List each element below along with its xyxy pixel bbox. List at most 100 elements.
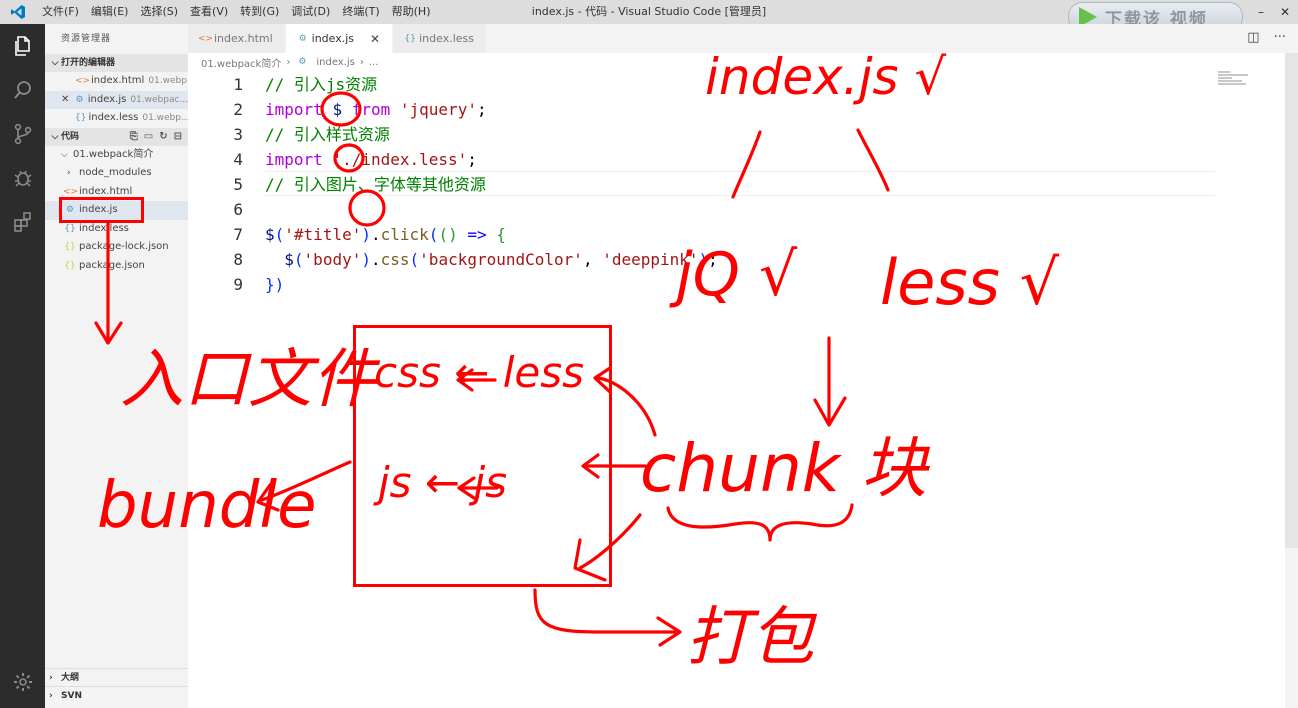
- menu-debug[interactable]: 调试(D): [285, 0, 336, 24]
- annotation-pack: 打包: [686, 601, 814, 675]
- close-editor-icon[interactable]: ✕: [61, 91, 73, 110]
- json-file-icon: {}: [64, 242, 76, 252]
- open-editor-item[interactable]: {} index.less 01.webp...: [45, 109, 188, 128]
- explorer-icon[interactable]: [0, 24, 45, 68]
- split-editor-icon[interactable]: ◫: [1247, 30, 1259, 45]
- chevron-down-icon: ⌵: [51, 58, 59, 68]
- open-editor-item[interactable]: <> index.html 01.webp...: [45, 72, 188, 91]
- less-file-icon: {}: [404, 33, 416, 44]
- menu-file[interactable]: 文件(F): [36, 0, 85, 24]
- folder-item[interactable]: ⌵ 01.webpack简介: [45, 146, 188, 165]
- breadcrumb-folder[interactable]: 01.webpack简介: [201, 55, 281, 70]
- annotation-js-js: js ← js: [378, 458, 507, 507]
- file-name: package.json: [79, 259, 145, 271]
- file-tree-item[interactable]: › node_modules: [45, 164, 188, 183]
- menu-edit[interactable]: 编辑(E): [85, 0, 135, 24]
- tab-index-html[interactable]: <> index.html: [188, 24, 286, 53]
- code-line: // 引入图片、字体等其他资源: [265, 175, 486, 194]
- file-name: package-lock.json: [79, 241, 169, 252]
- annotation-bundle: bundle: [97, 469, 317, 543]
- chevron-right-icon: ›: [49, 672, 53, 683]
- collapse-all-icon[interactable]: ⊟: [174, 128, 182, 146]
- vscode-logo-icon: [0, 0, 36, 24]
- line-number: 5: [233, 175, 243, 194]
- html-file-icon: <>: [75, 76, 91, 86]
- annotation-css-less: css ← less: [374, 348, 585, 397]
- chevron-down-icon: ⌵: [61, 149, 68, 160]
- annotation-jq: jQ √: [676, 240, 798, 310]
- chevron-right-icon: ›: [286, 56, 291, 68]
- extensions-icon[interactable]: [0, 200, 45, 244]
- title-bar: 文件(F) 编辑(E) 选择(S) 查看(V) 转到(G) 调试(D) 终端(T…: [0, 0, 1298, 32]
- line-number: 2: [233, 100, 243, 119]
- chevron-right-icon: ›: [359, 56, 364, 68]
- open-editor-path: 01.webp...: [148, 76, 188, 86]
- search-icon[interactable]: [0, 68, 45, 112]
- svn-section[interactable]: › SVN: [45, 686, 188, 704]
- menu-selection[interactable]: 选择(S): [134, 0, 184, 24]
- less-file-icon: {}: [75, 113, 87, 123]
- minimize-icon[interactable]: –: [1252, 2, 1270, 22]
- js-file-icon: ⚙: [75, 94, 84, 105]
- new-file-icon[interactable]: ⎘: [130, 128, 138, 146]
- debug-icon[interactable]: [0, 156, 45, 200]
- folder-name: 01.webpack简介: [73, 148, 154, 160]
- line-number: 3: [233, 125, 243, 144]
- open-editors-section[interactable]: ⌵ 打开的编辑器: [45, 54, 188, 72]
- workspace-label: 代码: [61, 131, 80, 142]
- open-editor-path: 01.webp...: [142, 113, 188, 123]
- close-window-icon[interactable]: ✕: [1276, 2, 1294, 22]
- annotation-less: less √: [880, 246, 1060, 319]
- annotation-entry: 入口文件: [120, 343, 376, 417]
- menu-terminal[interactable]: 终端(T): [336, 0, 385, 24]
- explorer-toolbar: ⎘ ▭ ↻ ⊟: [130, 128, 188, 146]
- open-editor-name: index.html: [91, 75, 145, 86]
- annotation-chunk: chunk 块: [640, 430, 927, 507]
- tab-label: index.less: [419, 32, 474, 45]
- line-number: 6: [233, 200, 243, 219]
- code-line: $('body').css('backgroundColor', 'deeppi…: [284, 250, 718, 269]
- chevron-right-icon: ›: [49, 690, 53, 701]
- menu-help[interactable]: 帮助(H): [386, 0, 437, 24]
- editor-actions: ◫ ···: [1247, 30, 1286, 45]
- breadcrumb-file[interactable]: index.js: [316, 57, 355, 68]
- file-tree-item[interactable]: {} package-lock.json: [45, 238, 188, 257]
- outline-section[interactable]: › 大纲: [45, 668, 188, 686]
- scrollbar-thumb[interactable]: [1285, 53, 1298, 548]
- line-number: 9: [233, 275, 243, 294]
- js-file-icon: ⚙: [298, 33, 307, 44]
- open-editor-item[interactable]: ✕ ⚙ index.js 01.webpac...: [45, 90, 188, 110]
- html-file-icon: <>: [198, 33, 214, 44]
- chevron-down-icon: ⌵: [51, 131, 59, 142]
- menu-bar: 文件(F) 编辑(E) 选择(S) 查看(V) 转到(G) 调试(D) 终端(T…: [36, 0, 437, 24]
- tab-index-js[interactable]: ⚙ index.js ✕: [285, 24, 394, 53]
- js-file-icon: ⚙: [298, 57, 307, 67]
- code-line: // 引入样式资源: [265, 125, 390, 144]
- menu-go[interactable]: 转到(G): [234, 0, 285, 24]
- new-folder-icon[interactable]: ▭: [144, 128, 153, 146]
- menu-view[interactable]: 查看(V): [184, 0, 234, 24]
- open-editor-name: index.less: [88, 112, 139, 123]
- minimap[interactable]: [1218, 71, 1286, 91]
- close-tab-icon[interactable]: ✕: [370, 32, 380, 46]
- tab-label: index.js: [311, 32, 355, 45]
- workspace-section[interactable]: ⌵ 代码 ⎘ ▭ ↻ ⊟: [45, 127, 188, 146]
- highlight-box-index-js: [59, 197, 144, 223]
- open-editor-path: 01.webpac...: [130, 94, 188, 105]
- code-line: import './index.less';: [265, 150, 477, 169]
- annotation-index-js: index.js √: [705, 48, 947, 106]
- more-actions-icon[interactable]: ···: [1274, 30, 1286, 45]
- outline-label: 大纲: [61, 672, 80, 683]
- line-number: 7: [233, 225, 243, 244]
- tab-index-less[interactable]: {} index.less: [393, 24, 487, 53]
- file-tree-item[interactable]: {} package.json: [45, 257, 188, 276]
- breadcrumb-symbol[interactable]: ...: [369, 57, 379, 68]
- chevron-right-icon: ›: [67, 168, 71, 178]
- file-name: node_modules: [79, 167, 152, 178]
- line-number: 4: [233, 150, 243, 169]
- settings-gear-icon[interactable]: [0, 660, 45, 704]
- refresh-icon[interactable]: ↻: [159, 128, 167, 146]
- open-editors-label: 打开的编辑器: [61, 58, 116, 68]
- code-line: }): [265, 275, 285, 294]
- source-control-icon[interactable]: [0, 112, 45, 156]
